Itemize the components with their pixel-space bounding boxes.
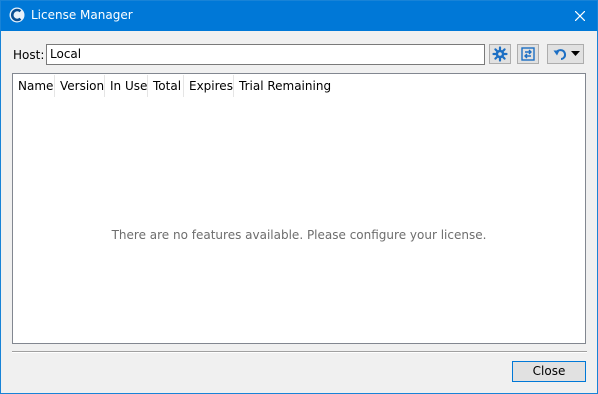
- host-label: Host:: [13, 48, 45, 62]
- close-button[interactable]: Close: [512, 361, 586, 382]
- column-header-trial-remaining[interactable]: Trial Remaining: [234, 75, 344, 97]
- app-logo-icon: [9, 7, 25, 23]
- features-list[interactable]: Name Version In Use Total Expires Trial …: [12, 73, 586, 344]
- window-close-button[interactable]: [563, 1, 597, 31]
- refresh-button[interactable]: [517, 44, 539, 64]
- column-header-expires[interactable]: Expires: [184, 75, 234, 97]
- gear-icon: [492, 46, 508, 62]
- column-header-version[interactable]: Version: [55, 75, 105, 97]
- empty-state-message: There are no features available. Please …: [111, 228, 487, 242]
- settings-button[interactable]: [489, 44, 511, 64]
- close-icon: [575, 11, 585, 21]
- title-bar[interactable]: License Manager: [1, 1, 597, 31]
- column-header-total[interactable]: Total: [148, 75, 184, 97]
- host-input[interactable]: Local: [46, 44, 485, 65]
- swap-refresh-icon: [521, 47, 535, 61]
- undo-dropdown-button[interactable]: [547, 44, 584, 64]
- column-header-in-use[interactable]: In Use: [105, 75, 148, 97]
- footer-divider: [12, 351, 587, 353]
- license-manager-window: License Manager Host: Local Name Version…: [0, 0, 598, 394]
- chevron-down-icon: [570, 51, 580, 56]
- window-title: License Manager: [31, 8, 133, 22]
- undo-icon: [553, 49, 566, 60]
- column-header-name[interactable]: Name: [13, 75, 55, 97]
